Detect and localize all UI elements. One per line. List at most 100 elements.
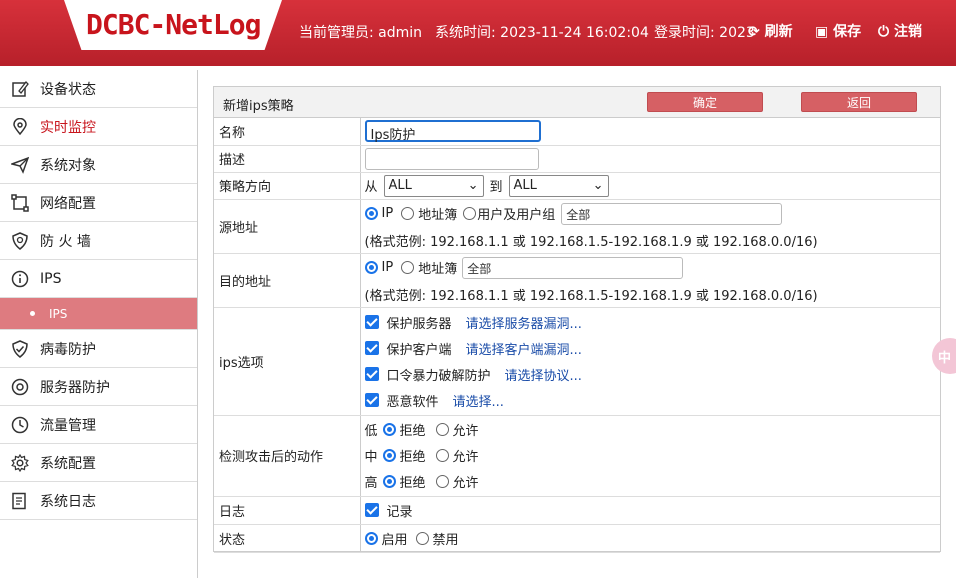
info-icon: [10, 269, 30, 289]
src-address-input[interactable]: 全部: [561, 202, 783, 225]
row-description: 描述: [214, 145, 940, 173]
save-label: 保存: [833, 24, 862, 40]
sidebar-item-label: 系统配置: [40, 455, 96, 472]
chevron-down-icon: ⌄: [592, 178, 604, 193]
protect-server-checkbox[interactable]: [364, 315, 379, 329]
dst-ip-label: IP: [381, 260, 394, 275]
sidebar-item-system-log[interactable]: 系统日志: [0, 482, 197, 520]
high-allow-label: 允许: [452, 476, 479, 491]
src-addressbook-label: 地址簿: [418, 208, 458, 223]
from-select[interactable]: ALL ⌄: [383, 174, 484, 197]
logout-button[interactable]: ⏻ 注销: [878, 21, 922, 41]
from-label: 从: [364, 180, 378, 195]
sidebar-item-label: 防 火 墙: [40, 233, 91, 250]
sidebar-item-system-config[interactable]: 系统配置: [0, 444, 197, 482]
logo: DCBC-NetLog: [86, 8, 261, 41]
sidebar-item-label: 系统日志: [40, 493, 96, 510]
sidebar-item-firewall[interactable]: 防 火 墙: [0, 222, 197, 260]
to-select-value: ALL: [513, 178, 537, 193]
row-status: 状态 启用 禁用: [214, 524, 940, 553]
log-record-label: 记录: [386, 504, 413, 520]
sidebar-item-traffic-management[interactable]: 流量管理: [0, 406, 197, 444]
mid-allow-radio[interactable]: [435, 449, 449, 462]
description-input[interactable]: [364, 147, 539, 170]
status-enable-radio[interactable]: [364, 531, 378, 545]
sidebar-item-label: 系统对象: [40, 157, 96, 174]
current-admin: 当前管理员: admin: [299, 25, 423, 41]
mid-allow-label: 允许: [452, 450, 479, 465]
sidebar-item-label: 网络配置: [40, 195, 96, 212]
name-input[interactable]: Ips防护: [364, 120, 541, 143]
status-label: 状态: [214, 524, 361, 553]
row-ips-options: ips选项 保护服务器 请选择服务器漏洞... 保护客户端 请选择客户端漏洞..…: [214, 307, 940, 416]
sidebar-item-ips[interactable]: IPS: [0, 260, 197, 298]
low-deny-radio[interactable]: [382, 423, 396, 436]
panel-header: 新增ips策略 确定 返回: [214, 87, 940, 118]
dst-ip-radio[interactable]: [364, 261, 378, 274]
malware-label: 恶意软件: [386, 394, 439, 410]
document-icon: [10, 491, 30, 511]
src-addressbook-radio[interactable]: [401, 207, 415, 220]
src-ip-radio[interactable]: [364, 207, 378, 220]
malware-checkbox[interactable]: [364, 393, 379, 407]
select-server-vuln-link[interactable]: 请选择服务器漏洞...: [466, 313, 582, 332]
top-header: DCBC-NetLog 当前管理员: admin 系统时间: 2023-11-2…: [0, 0, 956, 66]
low-allow-label: 允许: [452, 424, 479, 439]
to-select[interactable]: ALL ⌄: [508, 174, 609, 197]
status-disable-radio[interactable]: [415, 531, 429, 545]
power-icon: ⏻: [878, 24, 890, 40]
sidebar-item-realtime-monitor[interactable]: 实时监控: [0, 108, 197, 146]
protect-server-label: 保护服务器: [386, 316, 452, 332]
row-name: 名称 Ips防护: [214, 118, 940, 146]
sidebar-item-label: 服务器防护: [40, 379, 110, 396]
destination-address-label: 目的地址: [214, 253, 361, 308]
paper-plane-icon: [10, 155, 30, 175]
mid-deny-label: 拒绝: [399, 450, 426, 465]
high-deny-radio[interactable]: [382, 475, 396, 488]
level-low-label: 低: [364, 424, 378, 439]
log-label: 日志: [214, 496, 361, 525]
target-icon: [10, 377, 30, 397]
sidebar-item-antivirus[interactable]: 病毒防护: [0, 330, 197, 368]
sidebar-item-label: 流量管理: [40, 417, 96, 434]
src-user-label: 用户及用户组: [477, 208, 556, 223]
sidebar-item-label: IPS: [49, 306, 68, 321]
sidebar-item-device-status[interactable]: 设备状态: [0, 70, 197, 108]
chevron-down-icon: ⌄: [467, 178, 479, 193]
ips-options-label: ips选项: [214, 307, 361, 416]
sidebar-item-system-objects[interactable]: 系统对象: [0, 146, 197, 184]
dot-icon: [30, 311, 35, 316]
confirm-button[interactable]: 确定: [647, 92, 763, 112]
sidebar-item-label: IPS: [40, 270, 62, 287]
log-checkbox[interactable]: [364, 503, 379, 517]
mid-deny-radio[interactable]: [382, 449, 396, 462]
select-protocol-link[interactable]: 请选择协议...: [505, 365, 582, 384]
level-mid-label: 中: [364, 450, 378, 465]
low-allow-radio[interactable]: [435, 423, 449, 436]
src-user-radio[interactable]: [463, 207, 477, 220]
ips-policy-form: 新增ips策略 确定 返回 名称 Ips防护 描述 策略方向 从 ALL ⌄ 到 …: [213, 86, 941, 553]
bruteforce-checkbox[interactable]: [364, 367, 379, 381]
sidebar-subitem-ips[interactable]: IPS: [0, 298, 197, 330]
refresh-label: 刷新: [764, 24, 793, 40]
protect-client-checkbox[interactable]: [364, 341, 379, 355]
sidebar-item-server-protection[interactable]: 服务器防护: [0, 368, 197, 406]
gear-icon: [10, 453, 30, 473]
row-log: 日志 记录: [214, 496, 940, 525]
refresh-button[interactable]: ⟳ 刷新: [748, 21, 793, 41]
dst-addressbook-radio[interactable]: [401, 261, 415, 274]
save-button[interactable]: ▣ 保存: [815, 21, 861, 41]
high-deny-label: 拒绝: [399, 476, 426, 491]
select-client-vuln-link[interactable]: 请选择客户端漏洞...: [466, 339, 582, 358]
back-button[interactable]: 返回: [801, 92, 917, 112]
clock-icon: [10, 415, 30, 435]
save-icon: ▣: [815, 24, 829, 40]
high-allow-radio[interactable]: [435, 475, 449, 488]
dst-address-input[interactable]: 全部: [462, 256, 684, 279]
level-high-label: 高: [364, 476, 378, 491]
network-icon: [10, 193, 30, 213]
sidebar-item-network-config[interactable]: 网络配置: [0, 184, 197, 222]
select-malware-link[interactable]: 请选择...: [453, 391, 504, 410]
source-address-label: 源地址: [214, 199, 361, 254]
dst-format-hint: (格式范例: 192.168.1.1 或 192.168.1.5-192.168…: [364, 288, 818, 304]
